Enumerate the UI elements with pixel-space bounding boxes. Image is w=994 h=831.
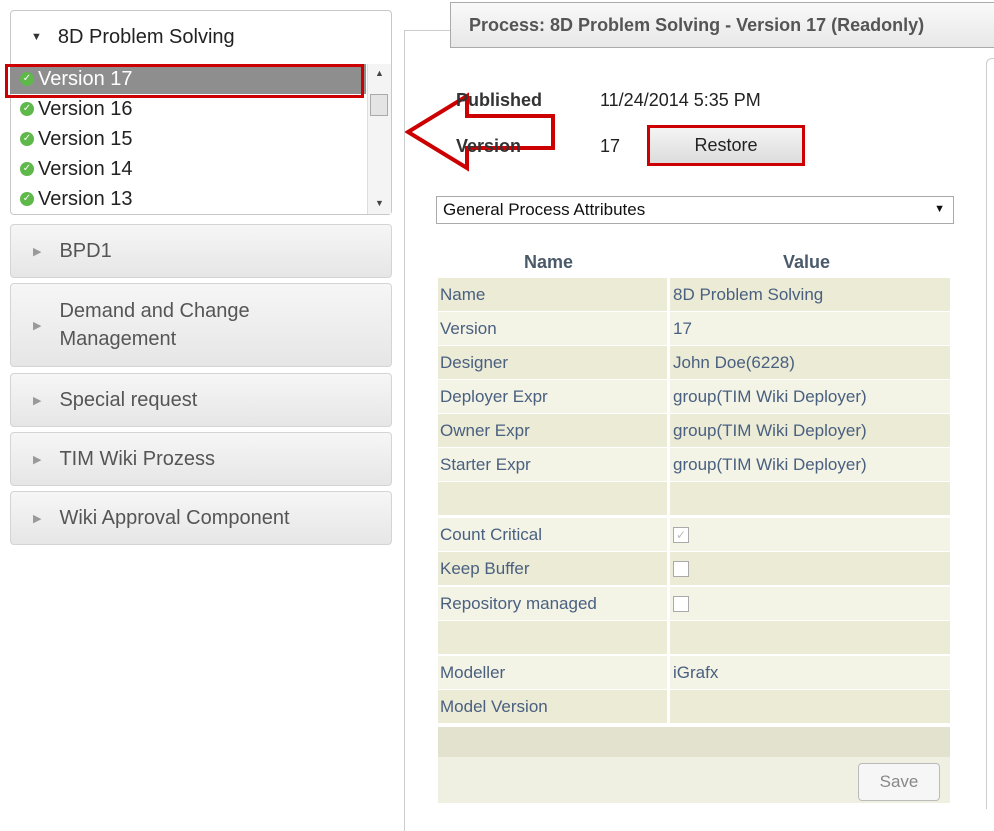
attr-name: Name — [438, 278, 667, 311]
attr-name: Count Critical — [438, 518, 667, 551]
attr-name: Version — [438, 312, 667, 345]
accordion-label: Wiki Approval Component — [59, 506, 290, 529]
accordion-label: Demand and Change Management — [59, 300, 250, 350]
attr-value — [670, 587, 950, 620]
version-item-14[interactable]: ✓ Version 14 — [10, 154, 366, 184]
table-row: Count Critical ✓ — [438, 518, 950, 551]
scroll-up-icon[interactable]: ▲ — [375, 68, 384, 78]
column-header-name: Name — [524, 252, 574, 272]
check-circle-icon: ✓ — [20, 102, 34, 116]
column-header-value: Value — [783, 252, 831, 272]
triangle-right-icon: ▶ — [33, 512, 42, 525]
accordion-header-label: 8D Problem Solving — [57, 25, 235, 48]
version-item-13[interactable]: ✓ Version 13 — [10, 184, 366, 214]
check-circle-icon: ✓ — [20, 192, 34, 206]
triangle-right-icon: ▶ — [33, 319, 42, 332]
repository-managed-checkbox[interactable] — [673, 595, 689, 612]
attr-name: Model Version — [438, 690, 667, 723]
version-item-15[interactable]: ✓ Version 15 — [10, 124, 366, 154]
table-row: Name 8D Problem Solving — [438, 278, 950, 311]
attr-name: Modeller — [438, 656, 667, 689]
attribute-group-select[interactable]: General Process Attributes ▼ — [436, 196, 954, 224]
accordion-label: BPD1 — [59, 239, 112, 262]
attr-name: Starter Expr — [438, 448, 667, 481]
table-row: Modeller iGrafx — [438, 656, 950, 689]
triangle-down-icon: ▼ — [31, 31, 42, 43]
attr-value[interactable]: group(TIM Wiki Deployer) — [670, 448, 950, 481]
attr-value[interactable]: group(TIM Wiki Deployer) — [670, 414, 950, 447]
table-row-spacer — [438, 482, 950, 515]
inner-panel-edge — [986, 58, 994, 809]
keep-buffer-checkbox[interactable] — [673, 560, 689, 577]
attr-name: Keep Buffer — [438, 552, 667, 585]
scroll-thumb[interactable] — [370, 94, 388, 116]
attr-value[interactable]: 8D Problem Solving — [670, 278, 950, 311]
attr-name: Designer — [438, 346, 667, 379]
selection-highlight-box — [5, 64, 364, 98]
table-row: Version 17 — [438, 312, 950, 345]
table-row: Model Version — [438, 690, 950, 723]
attr-name — [438, 482, 667, 515]
attr-value — [670, 621, 950, 654]
count-critical-checkbox[interactable]: ✓ — [673, 526, 689, 543]
table-row: Designer John Doe(6228) — [438, 346, 950, 379]
version-label: Version 13 — [38, 187, 133, 210]
accordion-label: TIM Wiki Prozess — [59, 447, 216, 470]
attr-name: Deployer Expr — [438, 380, 667, 413]
table-row-spacer — [438, 621, 950, 654]
attr-value — [670, 552, 950, 585]
version-value: 17 — [600, 136, 621, 156]
panel-title: Process: 8D Problem Solving - Version 17… — [450, 2, 994, 48]
version-label: Version — [456, 136, 522, 156]
table-row: Repository managed — [438, 587, 950, 620]
version-list-scrollbar[interactable]: ▲ ▼ — [367, 64, 391, 214]
table-row: Owner Expr group(TIM Wiki Deployer) — [438, 414, 950, 447]
version-item-16[interactable]: ✓ Version 16 — [10, 94, 366, 124]
accordion-bpd1[interactable]: ▶ BPD1 — [10, 224, 392, 278]
attr-value[interactable]: group(TIM Wiki Deployer) — [670, 380, 950, 413]
check-circle-icon: ✓ — [20, 132, 34, 146]
version-label: Version 14 — [38, 157, 133, 180]
published-value: 11/24/2014 5:35 PM — [600, 90, 761, 110]
check-circle-icon: ✓ — [20, 162, 34, 176]
published-label: Published — [456, 90, 543, 110]
attr-value — [670, 482, 950, 515]
accordion-header-8d[interactable]: ▼ 8D Problem Solving — [11, 11, 391, 63]
accordion-tim-wiki-prozess[interactable]: ▶ TIM Wiki Prozess — [10, 432, 392, 486]
restore-button[interactable]: Restore — [647, 125, 805, 166]
attr-name — [438, 621, 667, 654]
attr-name: Repository managed — [438, 587, 667, 620]
table-row: Starter Expr group(TIM Wiki Deployer) — [438, 448, 950, 481]
accordion-special-request[interactable]: ▶ Special request — [10, 373, 392, 427]
attr-value[interactable] — [670, 690, 950, 723]
version-label: Version 16 — [38, 97, 133, 120]
attribute-group-value: General Process Attributes — [443, 200, 646, 219]
attr-name: Owner Expr — [438, 414, 667, 447]
accordion-demand-change[interactable]: ▶ Demand and Change Management — [10, 283, 392, 367]
triangle-right-icon: ▶ — [33, 453, 42, 466]
attr-value: ✓ — [670, 518, 950, 551]
save-button[interactable]: Save — [858, 763, 940, 801]
attr-value[interactable]: iGrafx — [670, 656, 950, 689]
accordion-label: Special request — [59, 388, 198, 411]
table-row: Deployer Expr group(TIM Wiki Deployer) — [438, 380, 950, 413]
accordion-wiki-approval[interactable]: ▶ Wiki Approval Component — [10, 491, 392, 545]
dropdown-caret-icon: ▼ — [934, 203, 945, 215]
scroll-down-icon[interactable]: ▼ — [375, 198, 384, 208]
attr-value[interactable]: 17 — [670, 312, 950, 345]
attr-value[interactable]: John Doe(6228) — [670, 346, 950, 379]
triangle-right-icon: ▶ — [33, 394, 42, 407]
triangle-right-icon: ▶ — [33, 245, 42, 258]
table-row: Keep Buffer — [438, 552, 950, 585]
version-label: Version 15 — [38, 127, 133, 150]
table-footer-bar — [438, 727, 950, 757]
